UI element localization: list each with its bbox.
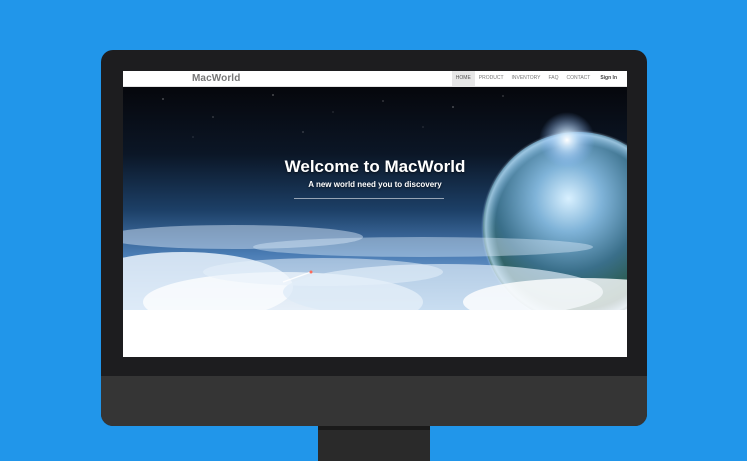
nav-menu: HOME PRODUCT INVENTORY FAQ CONTACT Sign … <box>451 71 621 86</box>
brand-logo[interactable]: MacWorld <box>192 72 240 85</box>
sign-in-link[interactable]: Sign In <box>596 71 621 86</box>
nav-item-contact[interactable]: CONTACT <box>563 71 595 86</box>
nav-item-product[interactable]: PRODUCT <box>475 71 508 86</box>
nav-item-home[interactable]: HOME <box>451 71 475 86</box>
hero-subtitle: A new world need you to discovery <box>308 180 442 189</box>
desktop-background: MacWorld HOME PRODUCT INVENTORY FAQ CONT… <box>0 0 747 461</box>
monitor-screen: MacWorld HOME PRODUCT INVENTORY FAQ CONT… <box>123 71 627 357</box>
monitor-chin <box>101 376 647 426</box>
navbar: MacWorld HOME PRODUCT INVENTORY FAQ CONT… <box>123 71 627 87</box>
hero-title: Welcome to MacWorld <box>284 157 466 176</box>
monitor-stand-shadow <box>318 426 430 430</box>
stars <box>162 94 504 138</box>
spacecraft <box>309 270 313 274</box>
nav-item-inventory[interactable]: INVENTORY <box>508 71 545 86</box>
hero-banner: Welcome to MacWorld A new world need you… <box>123 87 627 310</box>
nav-item-faq[interactable]: FAQ <box>545 71 563 86</box>
hero-divider <box>294 198 444 199</box>
monitor-stand <box>318 426 430 461</box>
